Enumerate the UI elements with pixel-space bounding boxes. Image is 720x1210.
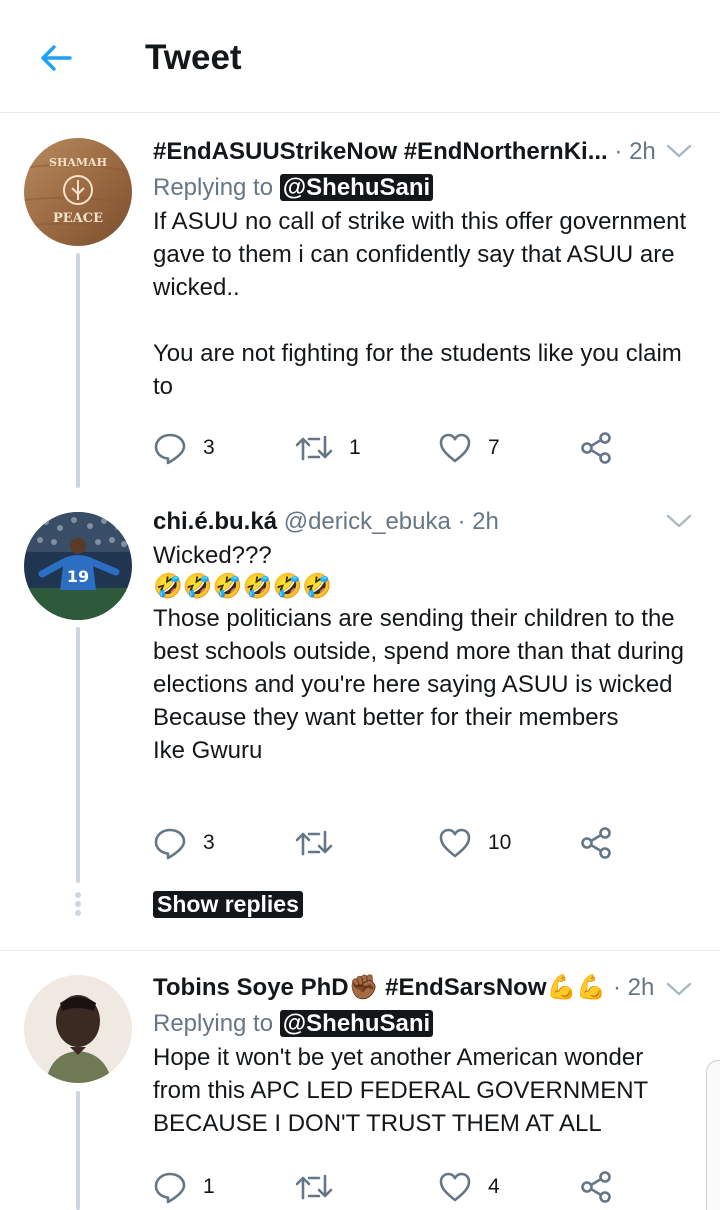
like-button[interactable]: 7: [438, 428, 500, 468]
scrollbar[interactable]: [706, 1060, 720, 1210]
share-button[interactable]: [579, 823, 613, 863]
retweet-icon: [295, 435, 333, 461]
reply-button[interactable]: 1: [153, 1167, 215, 1207]
share-icon: [581, 1171, 611, 1203]
tweet-text: Those politicians are sending their chil…: [153, 605, 684, 764]
replying-to: Replying to @ShehuSani: [153, 1007, 696, 1041]
show-replies-link[interactable]: Show replies: [153, 891, 303, 918]
heart-icon: [439, 433, 471, 463]
like-button[interactable]: 4: [438, 1167, 500, 1207]
emoji-row: 🤣🤣🤣🤣🤣🤣: [153, 573, 333, 600]
author-handle: @derick_ebuka: [283, 508, 451, 535]
reply-icon: [154, 1172, 186, 1204]
replying-to-label: Replying to: [153, 174, 274, 201]
tweet-time: · 2h: [612, 974, 655, 1001]
avatar[interactable]: SHAMAH PEACE: [24, 138, 132, 246]
tweet-header: Tobins Soye PhD✊🏾 #EndSarsNow💪💪 · 2h: [153, 973, 696, 1003]
avatar[interactable]: 19: [24, 512, 132, 620]
tweet-text-first-line: Wicked???: [153, 542, 272, 569]
replying-to-label: Replying to: [153, 1010, 274, 1037]
chevron-down-icon[interactable]: [666, 513, 692, 529]
share-button[interactable]: [579, 1167, 613, 1207]
reply-button[interactable]: 3: [153, 428, 215, 468]
like-button[interactable]: 10: [438, 823, 511, 863]
tweet[interactable]: Tobins Soye PhD✊🏾 #EndSarsNow💪💪 · 2h Rep…: [0, 951, 720, 1210]
mention-link[interactable]: @ShehuSani: [279, 174, 434, 201]
reply-icon: [154, 828, 186, 860]
author-name[interactable]: Tobins Soye PhD✊🏾 #EndSarsNow💪💪: [153, 974, 606, 1001]
reply-icon: [154, 433, 186, 465]
retweet-button[interactable]: [295, 1167, 349, 1207]
thread-line: [76, 1091, 80, 1210]
thread-line: [76, 253, 80, 488]
tweet-header: #EndASUUStrikeNow #EndNorthernKi... · 2h: [153, 137, 696, 167]
retweet-icon: [295, 830, 333, 856]
thread-dots: [74, 889, 82, 916]
tweet-content: chi.é.bu.ká @derick_ebuka · 2h Wicked???…: [153, 507, 696, 767]
chevron-down-icon[interactable]: [666, 981, 692, 997]
avatar-text-top: SHAMAH: [49, 156, 107, 169]
tweet-header: chi.é.bu.ká @derick_ebuka · 2h: [153, 507, 696, 537]
top-bar: Tweet: [0, 0, 720, 113]
tweet-content: #EndASUUStrikeNow #EndNorthernKi... · 2h…: [153, 137, 696, 403]
tweet-actions: 1 4: [153, 1167, 623, 1207]
reply-button[interactable]: 3: [153, 823, 215, 863]
avatar-jersey-number: 19: [67, 567, 89, 586]
tweet-time: · 2h: [457, 508, 499, 535]
avatar[interactable]: [24, 975, 132, 1083]
heart-icon: [439, 828, 471, 858]
tweet-actions: 3 1 7: [153, 428, 623, 468]
share-button[interactable]: [579, 428, 613, 468]
thread-line: [76, 627, 80, 883]
chevron-down-icon[interactable]: [666, 143, 692, 159]
back-arrow-icon[interactable]: [36, 38, 76, 78]
reply-count: 1: [203, 1175, 215, 1198]
tweet-time: · 2h: [614, 138, 656, 165]
share-icon: [581, 432, 611, 464]
reply-count: 3: [203, 436, 215, 459]
tweet-text: Hope it won't be yet another American wo…: [153, 1044, 648, 1137]
retweet-count: 1: [349, 436, 361, 459]
retweet-icon: [295, 1174, 333, 1200]
retweet-button[interactable]: [295, 823, 349, 863]
like-count: 7: [488, 436, 500, 459]
mention-link[interactable]: @ShehuSani: [279, 1010, 434, 1037]
author-name[interactable]: #EndASUUStrikeNow #EndNorthernKi...: [153, 138, 608, 165]
retweet-button[interactable]: 1: [295, 428, 361, 468]
share-icon: [581, 827, 611, 859]
avatar-text-bottom: PEACE: [53, 211, 103, 226]
like-count: 10: [488, 831, 512, 854]
tweet[interactable]: 19 chi.é.bu.ká @derick_ebuka · 2h Wicked…: [0, 493, 720, 943]
tweet-text: If ASUU no call of strike with this offe…: [153, 208, 687, 400]
author-name[interactable]: chi.é.bu.ká: [153, 508, 277, 535]
tweet-actions: 3 10: [153, 823, 623, 863]
page-title: Tweet: [145, 38, 242, 77]
tweet[interactable]: SHAMAH PEACE #EndASUUStrikeNow #EndNorth…: [0, 113, 720, 488]
heart-icon: [439, 1172, 471, 1202]
replying-to: Replying to @ShehuSani: [153, 171, 696, 205]
like-count: 4: [488, 1175, 500, 1198]
tweet-content: Tobins Soye PhD✊🏾 #EndSarsNow💪💪 · 2h Rep…: [153, 973, 696, 1140]
reply-count: 3: [203, 831, 215, 854]
